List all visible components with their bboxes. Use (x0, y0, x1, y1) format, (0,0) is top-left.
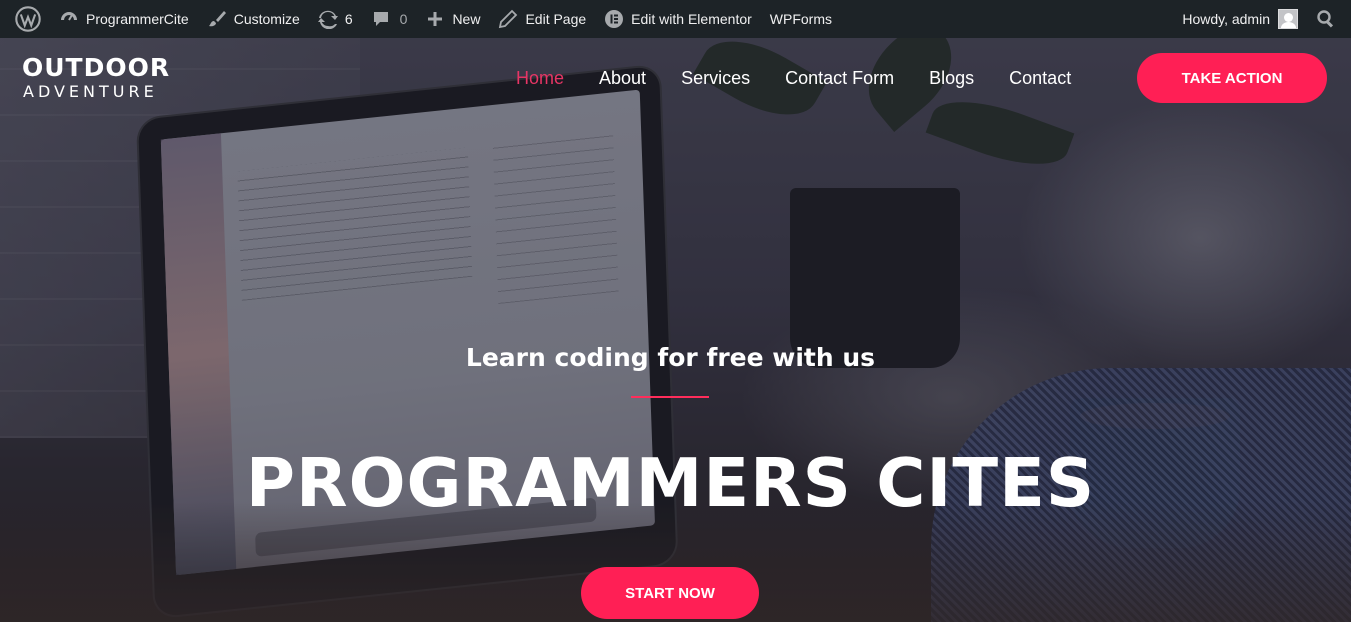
logo-bottom-text: ADVENTURE (23, 82, 158, 101)
howdy-label: Howdy, admin (1182, 11, 1270, 27)
nav-item-home[interactable]: Home (516, 68, 564, 89)
hero-background-image (0, 38, 1351, 622)
plus-icon (428, 12, 443, 26)
site-header: OUTDOOR ADVENTURE Home About Services Co… (0, 38, 1351, 118)
elementor-label: Edit with Elementor (631, 11, 752, 27)
site-name-menu[interactable]: ProgrammerCite (50, 0, 198, 38)
wordpress-icon (15, 6, 41, 32)
admin-search-button[interactable] (1307, 0, 1345, 38)
edit-page-label: Edit Page (525, 11, 587, 27)
nav-item-about[interactable]: About (599, 68, 646, 89)
nav-item-services[interactable]: Services (681, 68, 750, 89)
updates-icon (317, 10, 338, 29)
wpforms-button[interactable]: WPForms (761, 0, 841, 38)
pencil-icon (499, 9, 518, 29)
logo-top-text: OUTDOOR (22, 53, 171, 82)
site-name-label: ProgrammerCite (86, 11, 189, 27)
wordpress-logo-button[interactable] (6, 0, 50, 38)
take-action-button[interactable]: TAKE ACTION (1137, 53, 1327, 103)
hero-title: PROGRAMMERS CITES (245, 444, 1096, 522)
new-content-button[interactable]: New (416, 0, 489, 38)
wpforms-label: WPForms (769, 11, 832, 27)
start-now-button[interactable]: START NOW (581, 567, 759, 619)
search-icon (1317, 10, 1334, 28)
my-account-menu[interactable]: Howdy, admin (1173, 0, 1307, 38)
comments-count: 0 (399, 11, 408, 27)
new-label: New (452, 11, 481, 27)
nav-item-contact[interactable]: Contact (1009, 68, 1071, 89)
edit-page-button[interactable]: Edit Page (489, 0, 595, 38)
main-navigation: Home About Services Contact Form Blogs C… (516, 38, 1106, 118)
comments-button[interactable]: 0 (362, 0, 417, 38)
hero-subtitle: Learn coding for free with us (465, 343, 876, 372)
avatar (1278, 9, 1298, 29)
admin-bar-left: ProgrammerCite Customize 6 0 New Edit Pa… (6, 0, 841, 38)
wp-admin-bar: ProgrammerCite Customize 6 0 New Edit Pa… (0, 0, 1351, 38)
hero-divider (631, 396, 709, 398)
comment-icon (373, 12, 388, 26)
customize-label: Customize (233, 11, 300, 27)
updates-count: 6 (344, 11, 353, 27)
updates-button[interactable]: 6 (309, 0, 362, 38)
site-logo[interactable]: OUTDOOR ADVENTURE (22, 54, 170, 102)
customize-button[interactable]: Customize (198, 0, 309, 38)
nav-item-blogs[interactable]: Blogs (929, 68, 974, 89)
paintbrush-icon (208, 11, 226, 27)
nav-item-contact-form[interactable]: Contact Form (785, 68, 894, 89)
admin-bar-right: Howdy, admin (1173, 0, 1345, 38)
elementor-icon (605, 10, 624, 28)
hero-dark-overlay (0, 38, 1351, 622)
dashboard-icon (61, 12, 77, 21)
edit-with-elementor-button[interactable]: Edit with Elementor (595, 0, 761, 38)
